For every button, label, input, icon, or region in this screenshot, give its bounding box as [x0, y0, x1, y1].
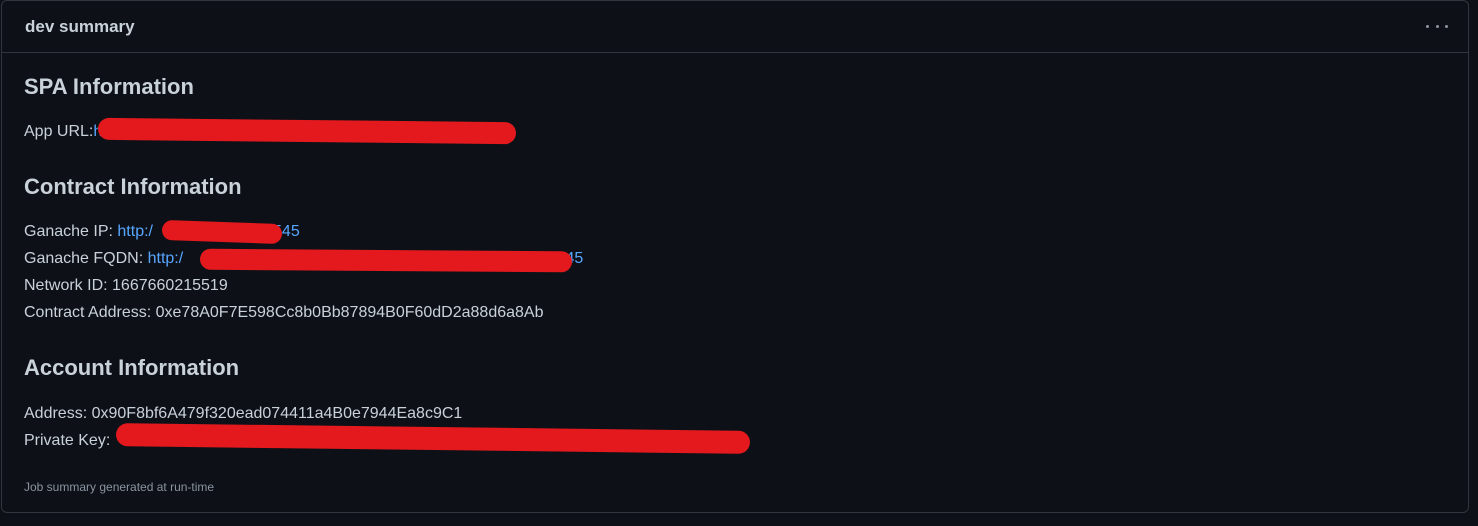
contract-address-label: Contract Address:	[24, 304, 152, 321]
ganache-ip-label: Ganache IP:	[24, 223, 113, 240]
contract-address-line: Contract Address: 0xe78A0F7E598Cc8b0Bb87…	[24, 303, 544, 323]
app-url-label: App URL:	[24, 123, 94, 140]
network-id-value: 1667660215519	[112, 277, 228, 294]
ganache-fqdn-label: Ganache FQDN:	[24, 250, 144, 267]
address-value: 0x90F8bf6A479f320ead074411a4B0e7944Ea8c9…	[91, 405, 463, 422]
redaction-mark	[161, 219, 283, 245]
spa-information-heading: SPA Information	[24, 74, 194, 99]
kebab-horizontal-icon[interactable]	[1424, 17, 1450, 37]
redaction-mark	[97, 117, 517, 145]
contract-information-heading: Contract Information	[24, 174, 242, 199]
address-line: Address: 0x90F8bf6A479f320ead074411a4B0e…	[24, 404, 462, 424]
network-id-line: Network ID: 1667660215519	[24, 276, 228, 296]
private-key-label: Private Key:	[24, 432, 111, 449]
redaction-mark	[199, 248, 573, 273]
private-key-line: Private Key:	[24, 431, 110, 451]
account-information-heading: Account Information	[24, 355, 240, 380]
network-id-label: Network ID:	[24, 277, 108, 294]
panel-header: dev summary	[2, 1, 1468, 53]
job-summary-note: Job summary generated at run-time	[24, 480, 215, 494]
contract-address-value: 0xe78A0F7E598Cc8b0Bb87894B0F60dD2a88d6a8…	[155, 304, 544, 321]
panel-title: dev summary	[25, 16, 135, 36]
address-label: Address:	[24, 405, 88, 422]
